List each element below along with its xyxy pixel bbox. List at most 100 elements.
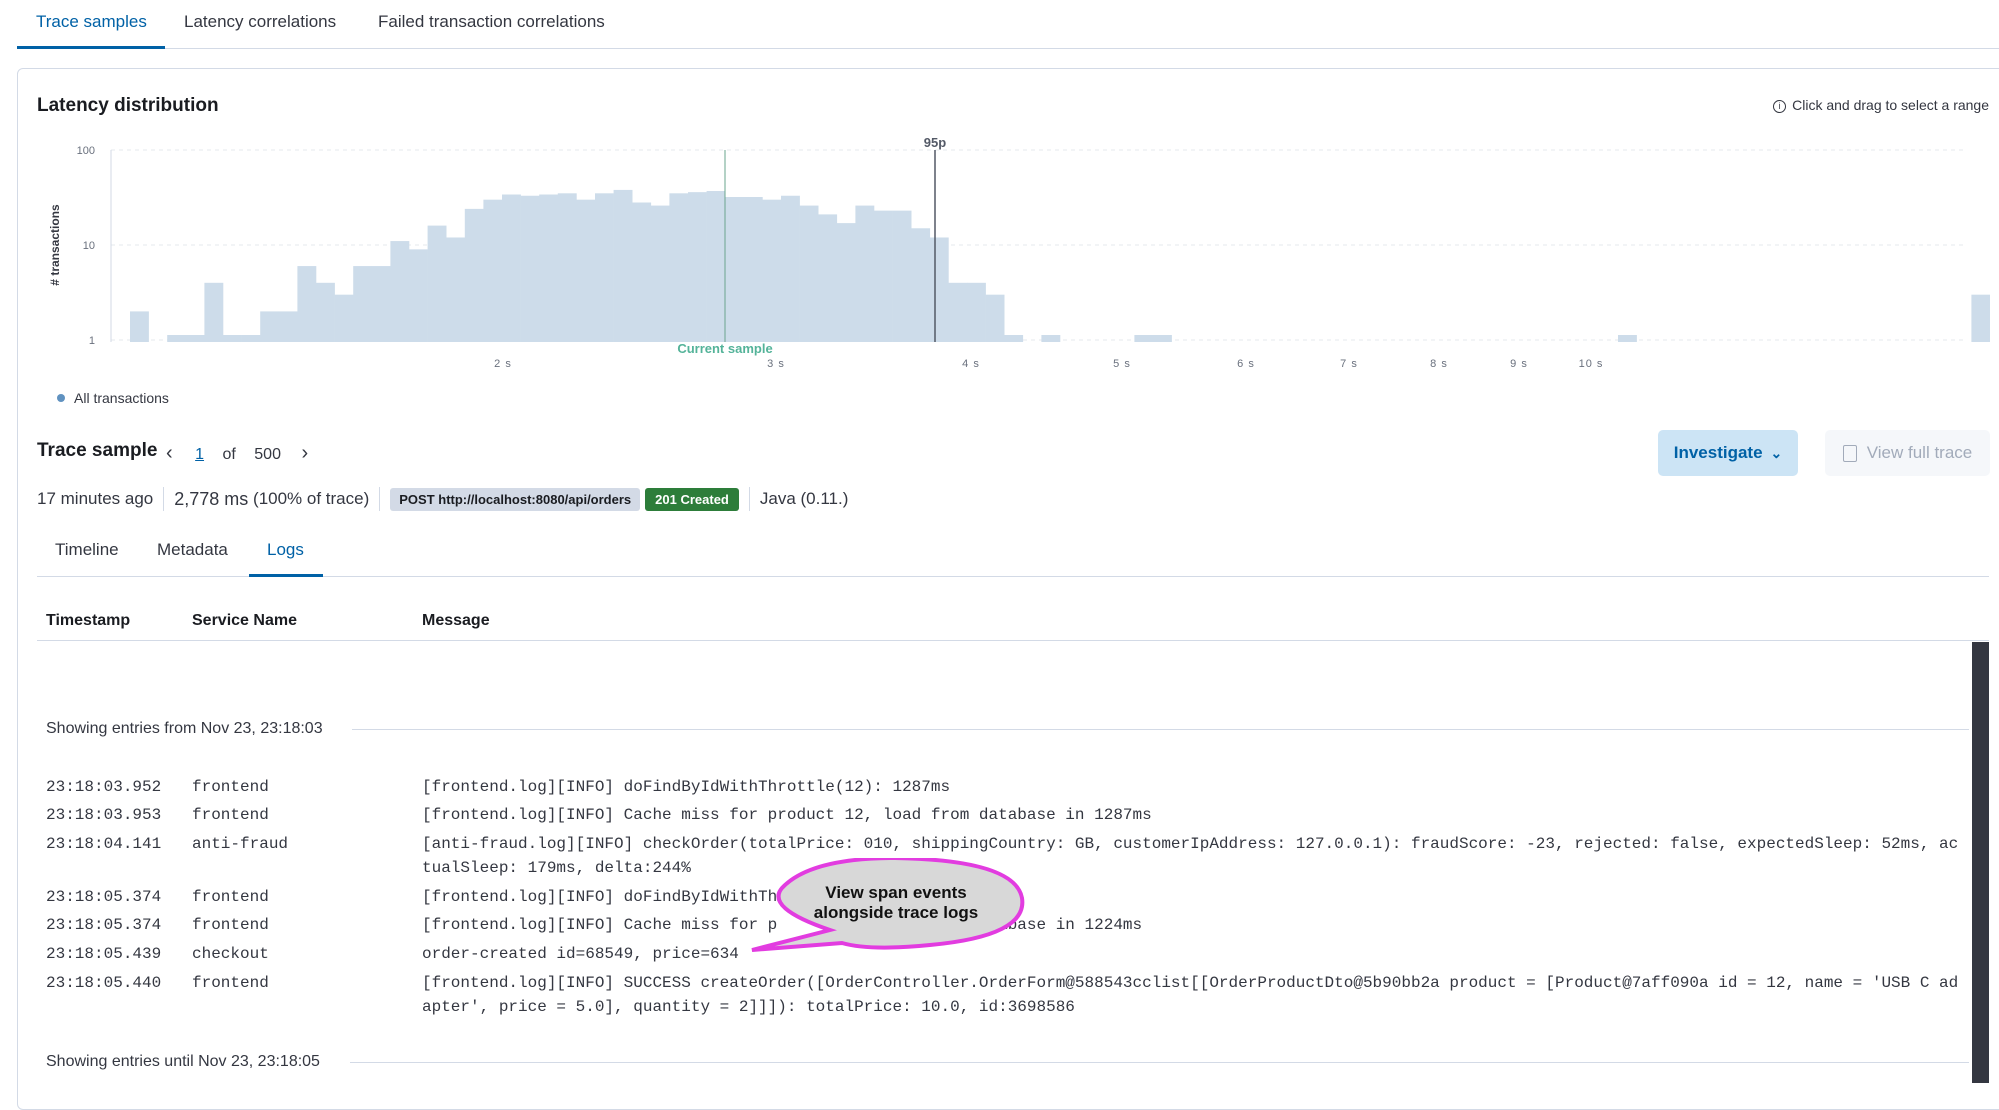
callout-line-2: alongside trace logs	[814, 903, 978, 922]
col-timestamp[interactable]: Timestamp	[46, 612, 130, 630]
entries-until: Showing entries until Nov 23, 23:18:05	[46, 1053, 320, 1070]
legend-dot	[57, 394, 65, 402]
histogram-bar	[278, 311, 298, 342]
histogram-bar	[1041, 335, 1061, 342]
histogram-bar	[353, 266, 373, 342]
histogram-bar	[520, 195, 540, 342]
log-message: [frontend.log][INFO] Cache miss for p da…	[422, 916, 1143, 934]
histogram-bar	[929, 237, 949, 342]
info-icon: i	[1773, 100, 1787, 113]
divider	[748, 487, 750, 511]
legend-label: All transactions	[74, 390, 169, 406]
histogram-bar	[669, 193, 689, 342]
view-full-trace-button[interactable]: View full trace	[1825, 430, 1990, 476]
trace-duration: 2,778 ms	[174, 488, 249, 509]
histogram-bar	[762, 199, 782, 342]
chevron-down-icon: ⌄	[1770, 444, 1783, 461]
y-tick-label: 1	[89, 335, 95, 347]
current-page[interactable]: 1	[195, 446, 204, 463]
trace-subtabs: Timeline Metadata Logs	[37, 528, 1989, 577]
histogram-bar	[874, 210, 893, 342]
url-badge: POST http://localhost:8080/api/orders	[390, 487, 641, 511]
x-tick-label: 9 s	[1510, 358, 1528, 370]
histogram-bar	[781, 195, 800, 342]
histogram-bar	[799, 205, 819, 342]
tab-metadata[interactable]: Metadata	[157, 540, 228, 560]
log-message: [frontend.log][INFO] doFindByIdWithThrot…	[422, 778, 951, 796]
investigate-button[interactable]: Investigate ⌄	[1658, 430, 1798, 476]
callout-line-1: View span events	[825, 883, 966, 902]
col-service-name[interactable]: Service Name	[192, 612, 297, 630]
log-timestamp: 23:18:05.439	[46, 945, 162, 963]
trace-meta: 17 minutes ago 2,778 ms (100% of trace) …	[37, 487, 848, 511]
histogram-bar	[260, 311, 280, 342]
investigate-label: Investigate	[1673, 443, 1763, 462]
chevron-right-icon[interactable]: ›	[301, 442, 308, 464]
histogram-bar	[446, 237, 466, 342]
histogram-bar	[502, 194, 521, 342]
log-service: frontend	[192, 778, 269, 796]
agent-label: Java (0.11.)	[759, 489, 849, 508]
y-tick-label: 100	[77, 145, 95, 157]
histogram-bar	[632, 202, 652, 342]
x-tick-label: 4 s	[962, 358, 980, 370]
tab-logs[interactable]: Logs	[267, 540, 304, 560]
histogram-bar	[130, 311, 149, 342]
pager-of: of	[222, 446, 236, 463]
trace-duration-pct: (100% of trace)	[253, 489, 370, 508]
chevron-left-icon[interactable]: ‹	[166, 442, 173, 464]
tab-trace-samples[interactable]: Trace samples	[36, 12, 147, 32]
histogram-bar	[409, 249, 428, 342]
histogram-bar	[204, 282, 224, 342]
histogram-bar	[948, 282, 968, 342]
histogram-bar	[297, 266, 317, 342]
divider	[379, 487, 381, 511]
histogram-bar	[688, 192, 707, 342]
x-tick-label: 3 s	[767, 358, 785, 370]
view-full-trace-label: View full trace	[1866, 443, 1973, 462]
x-tick-label: 6 s	[1237, 358, 1255, 370]
tab-timeline[interactable]: Timeline	[55, 540, 119, 560]
tab-latency-correlations[interactable]: Latency correlations	[184, 12, 336, 32]
histogram-bar	[985, 294, 1005, 342]
divider	[352, 729, 1969, 730]
histogram-bar	[743, 197, 763, 342]
histogram-bar	[892, 210, 912, 342]
trace-pager: ‹ 1 of 500 ›	[166, 442, 308, 465]
histogram-bar	[706, 191, 726, 342]
histogram-bar	[334, 294, 354, 342]
histogram-bar	[725, 197, 745, 342]
y-tick-label: 10	[83, 240, 95, 252]
log-service: checkout	[192, 945, 269, 963]
histogram-bar	[1618, 335, 1637, 342]
range-hint-text: Click and drag to select a range	[1792, 97, 1989, 113]
histogram-bar	[576, 199, 596, 342]
callout-bubble: View span events alongside trace logs	[751, 858, 1025, 952]
x-tick-label: 2 s	[494, 358, 512, 370]
histogram-bar	[167, 335, 187, 342]
histogram-bar	[390, 241, 410, 342]
active-tab-indicator	[17, 46, 165, 49]
current-sample-label: Current sample	[677, 341, 772, 356]
histogram-bar	[371, 266, 391, 342]
log-timestamp: 23:18:05.374	[46, 888, 162, 906]
histogram-bar	[223, 335, 242, 342]
log-message: [frontend.log][INFO] Cache miss for prod…	[422, 806, 1152, 824]
histogram-bar	[855, 205, 875, 342]
chart-legend: All transactions	[57, 390, 169, 406]
scrollbar[interactable]	[1972, 642, 1989, 1083]
histogram-bar	[818, 214, 838, 342]
trace-sample-title: Trace sample	[37, 440, 158, 461]
latency-chart[interactable]: 100 10 1 # transactions 2 s 3 s 4 s 5 s 6 s 7 s 8 …	[0, 130, 1990, 380]
histogram-bar	[539, 194, 559, 342]
histogram-bar	[1004, 335, 1024, 342]
tab-failed-transaction-correlations[interactable]: Failed transaction correlations	[378, 12, 605, 32]
latency-title: Latency distribution	[37, 95, 219, 116]
top-tabs: Trace samples Latency correlations Faile…	[17, 0, 1999, 49]
status-badge: 201 Created	[645, 487, 739, 511]
col-message[interactable]: Message	[422, 612, 490, 630]
log-message: [anti-fraud.log][INFO] checkOrder(totalP…	[422, 835, 1959, 877]
log-timestamp: 23:18:04.141	[46, 835, 162, 853]
histogram-bar	[967, 282, 986, 342]
trace-age: 17 minutes ago	[37, 489, 154, 508]
